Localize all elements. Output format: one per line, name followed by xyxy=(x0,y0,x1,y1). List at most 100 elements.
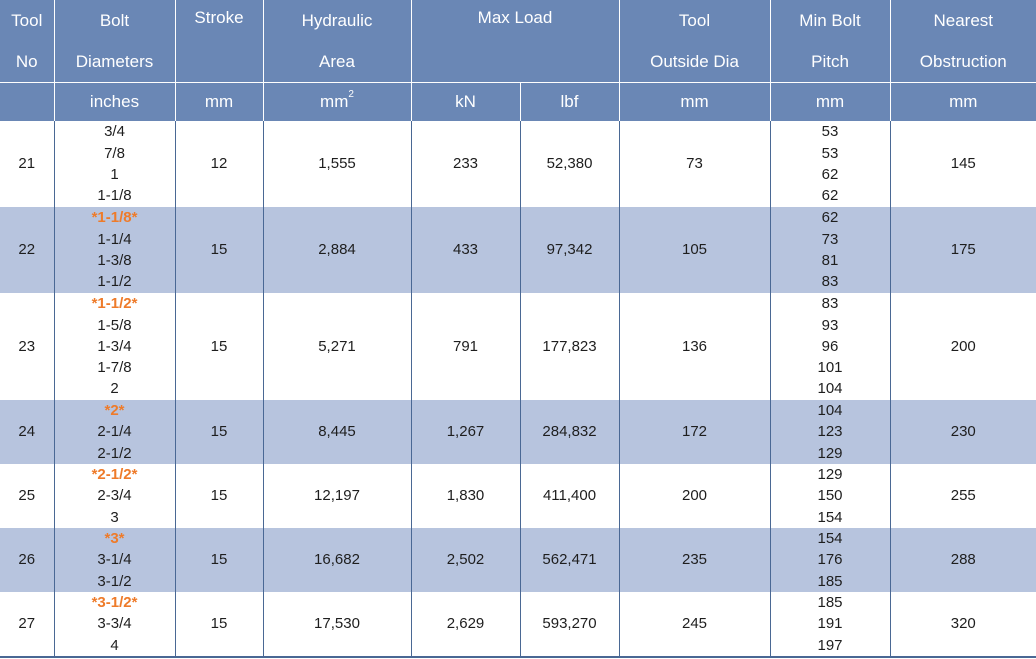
cell-bolt-diameters-line: *3-1/2* xyxy=(91,594,138,612)
header-max-load: Max Load xyxy=(411,0,620,83)
cell-stroke: 15 xyxy=(175,293,264,400)
unit-load-lbf: lbf xyxy=(520,82,620,121)
cell-min-bolt-pitch-line: 150 xyxy=(817,487,843,505)
cell-min-bolt-pitch-line: 73 xyxy=(821,230,839,248)
cell-max-load-lbf: 284,832 xyxy=(520,400,620,464)
table-header: Tool Bolt Stroke Hydraulic Max Load Tool… xyxy=(0,0,1036,121)
header-min-bolt-pitch-line2: Pitch xyxy=(770,41,891,83)
cell-min-bolt-pitch-line: 191 xyxy=(817,615,843,633)
cell-max-load-kn: 433 xyxy=(411,207,521,293)
cell-min-bolt-pitch-line: 154 xyxy=(817,530,843,548)
cell-nearest-obstruction: 145 xyxy=(890,121,1036,207)
cell-outside-dia: 245 xyxy=(619,592,771,658)
cell-tool-no: 26 xyxy=(0,528,55,592)
cell-hydraulic-area: 1,555 xyxy=(263,121,412,207)
table-row: 26 *3* 3-1/4 3-1/2 15 16,682 2,502 562,471 235 15… xyxy=(0,528,1036,592)
unit-area-text: mm xyxy=(320,92,349,111)
cell-min-bolt-pitch-line: 101 xyxy=(817,359,843,377)
cell-hydraulic-area: 12,197 xyxy=(263,464,412,528)
cell-bolt-diameters-line: *2-1/2* xyxy=(91,466,138,484)
cell-bolt-diameters-line: 1-5/8 xyxy=(97,316,132,334)
header-stroke: Stroke xyxy=(175,0,264,83)
cell-bolt-diameters: *1-1/2* 1-5/8 1-3/4 1-7/8 2 xyxy=(54,293,176,400)
cell-bolt-diameters-line: 4 xyxy=(110,636,119,654)
cell-min-bolt-pitch-line: 129 xyxy=(817,466,843,484)
cell-max-load-lbf: 52,380 xyxy=(520,121,620,207)
cell-max-load-kn: 1,830 xyxy=(411,464,521,528)
cell-min-bolt-pitch: 62 73 81 83 xyxy=(770,207,891,293)
cell-min-bolt-pitch-line: 104 xyxy=(817,380,843,398)
cell-min-bolt-pitch-line: 176 xyxy=(817,551,843,569)
cell-tool-no: 24 xyxy=(0,400,55,464)
cell-min-bolt-pitch-line: 81 xyxy=(821,252,839,269)
cell-outside-dia: 73 xyxy=(619,121,771,207)
unit-bolt: inches xyxy=(54,82,176,121)
cell-min-bolt-pitch-line: 185 xyxy=(817,572,843,590)
header-bolt-diameters: Bolt xyxy=(54,0,176,41)
cell-outside-dia: 172 xyxy=(619,400,771,464)
table-row: 22 *1-1/8* 1-1/4 1-3/8 1-1/2 15 2,884 433 97,342… xyxy=(0,207,1036,293)
cell-min-bolt-pitch: 185 191 197 xyxy=(770,592,891,658)
cell-bolt-diameters: *2* 2-1/4 2-1/2 xyxy=(54,400,176,464)
header-tool-outside-dia: Tool xyxy=(619,0,771,41)
header-min-bolt-pitch: Min Bolt xyxy=(770,0,891,41)
cell-nearest-obstruction: 175 xyxy=(890,207,1036,293)
unit-area-superscript: 2 xyxy=(348,89,354,101)
cell-bolt-diameters: *2-1/2* 2-3/4 3 xyxy=(54,464,176,528)
cell-hydraulic-area: 2,884 xyxy=(263,207,412,293)
cell-tool-no: 25 xyxy=(0,464,55,528)
cell-bolt-diameters-line: 3 xyxy=(110,508,119,526)
cell-bolt-diameters-line: 2-1/4 xyxy=(97,423,132,441)
cell-min-bolt-pitch-line: 62 xyxy=(821,166,839,183)
cell-min-bolt-pitch: 104 123 129 xyxy=(770,400,891,464)
unit-pitch: mm xyxy=(770,82,891,121)
cell-min-bolt-pitch-line: 123 xyxy=(817,423,843,441)
cell-min-bolt-pitch: 53 53 62 62 xyxy=(770,121,891,207)
cell-max-load-kn: 2,502 xyxy=(411,528,521,592)
cell-stroke: 15 xyxy=(175,464,264,528)
cell-max-load-lbf: 411,400 xyxy=(520,464,620,528)
cell-tool-no: 21 xyxy=(0,121,55,207)
cell-min-bolt-pitch-line: 62 xyxy=(821,209,839,227)
header-tool-no-line2: No xyxy=(0,41,55,83)
cell-min-bolt-pitch-line: 93 xyxy=(821,316,839,334)
cell-bolt-diameters-line: 1-1/4 xyxy=(97,230,132,248)
cell-hydraulic-area: 5,271 xyxy=(263,293,412,400)
cell-outside-dia: 200 xyxy=(619,464,771,528)
cell-bolt-diameters-line: 3-1/2 xyxy=(97,572,132,590)
table-row: 23 *1-1/2* 1-5/8 1-3/4 1-7/8 2 15 5,271 791 177,8… xyxy=(0,293,1036,400)
cell-max-load-lbf: 593,270 xyxy=(520,592,620,658)
cell-bolt-diameters-line: 1-3/8 xyxy=(97,252,132,269)
cell-nearest-obstruction: 200 xyxy=(890,293,1036,400)
cell-min-bolt-pitch: 129 150 154 xyxy=(770,464,891,528)
cell-min-bolt-pitch: 154 176 185 xyxy=(770,528,891,592)
cell-min-bolt-pitch-line: 154 xyxy=(817,508,843,526)
cell-min-bolt-pitch-line: 96 xyxy=(821,337,839,355)
unit-stroke: mm xyxy=(175,82,264,121)
cell-bolt-diameters-line: 1-1/8 xyxy=(97,187,132,205)
cell-bolt-diameters-line: 3-3/4 xyxy=(97,615,132,633)
cell-min-bolt-pitch-line: 104 xyxy=(817,402,843,420)
cell-nearest-obstruction: 288 xyxy=(890,528,1036,592)
header-hydraulic-area-line2: Area xyxy=(263,41,412,83)
cell-stroke: 15 xyxy=(175,528,264,592)
header-bolt-diameters-line2: Diameters xyxy=(54,41,176,83)
cell-bolt-diameters-line: 1 xyxy=(110,166,119,183)
cell-bolt-diameters-line: 7/8 xyxy=(104,144,125,162)
cell-hydraulic-area: 16,682 xyxy=(263,528,412,592)
cell-stroke: 15 xyxy=(175,592,264,658)
cell-max-load-lbf: 97,342 xyxy=(520,207,620,293)
cell-hydraulic-area: 17,530 xyxy=(263,592,412,658)
cell-bolt-diameters-line: 3/4 xyxy=(104,123,125,141)
cell-stroke: 12 xyxy=(175,121,264,207)
cell-outside-dia: 105 xyxy=(619,207,771,293)
header-hydraulic-area: Hydraulic xyxy=(263,0,412,41)
header-tool-no: Tool xyxy=(0,0,55,41)
cell-bolt-diameters-line: 1-7/8 xyxy=(97,359,132,377)
cell-min-bolt-pitch-line: 197 xyxy=(817,636,843,654)
cell-bolt-diameters-line: *1-1/8* xyxy=(91,209,138,227)
cell-min-bolt-pitch-line: 62 xyxy=(821,187,839,205)
cell-bolt-diameters-line: 2-3/4 xyxy=(97,487,132,505)
cell-bolt-diameters-line: 2-1/2 xyxy=(97,444,132,462)
header-tool-outside-dia-line2: Outside Dia xyxy=(619,41,771,83)
